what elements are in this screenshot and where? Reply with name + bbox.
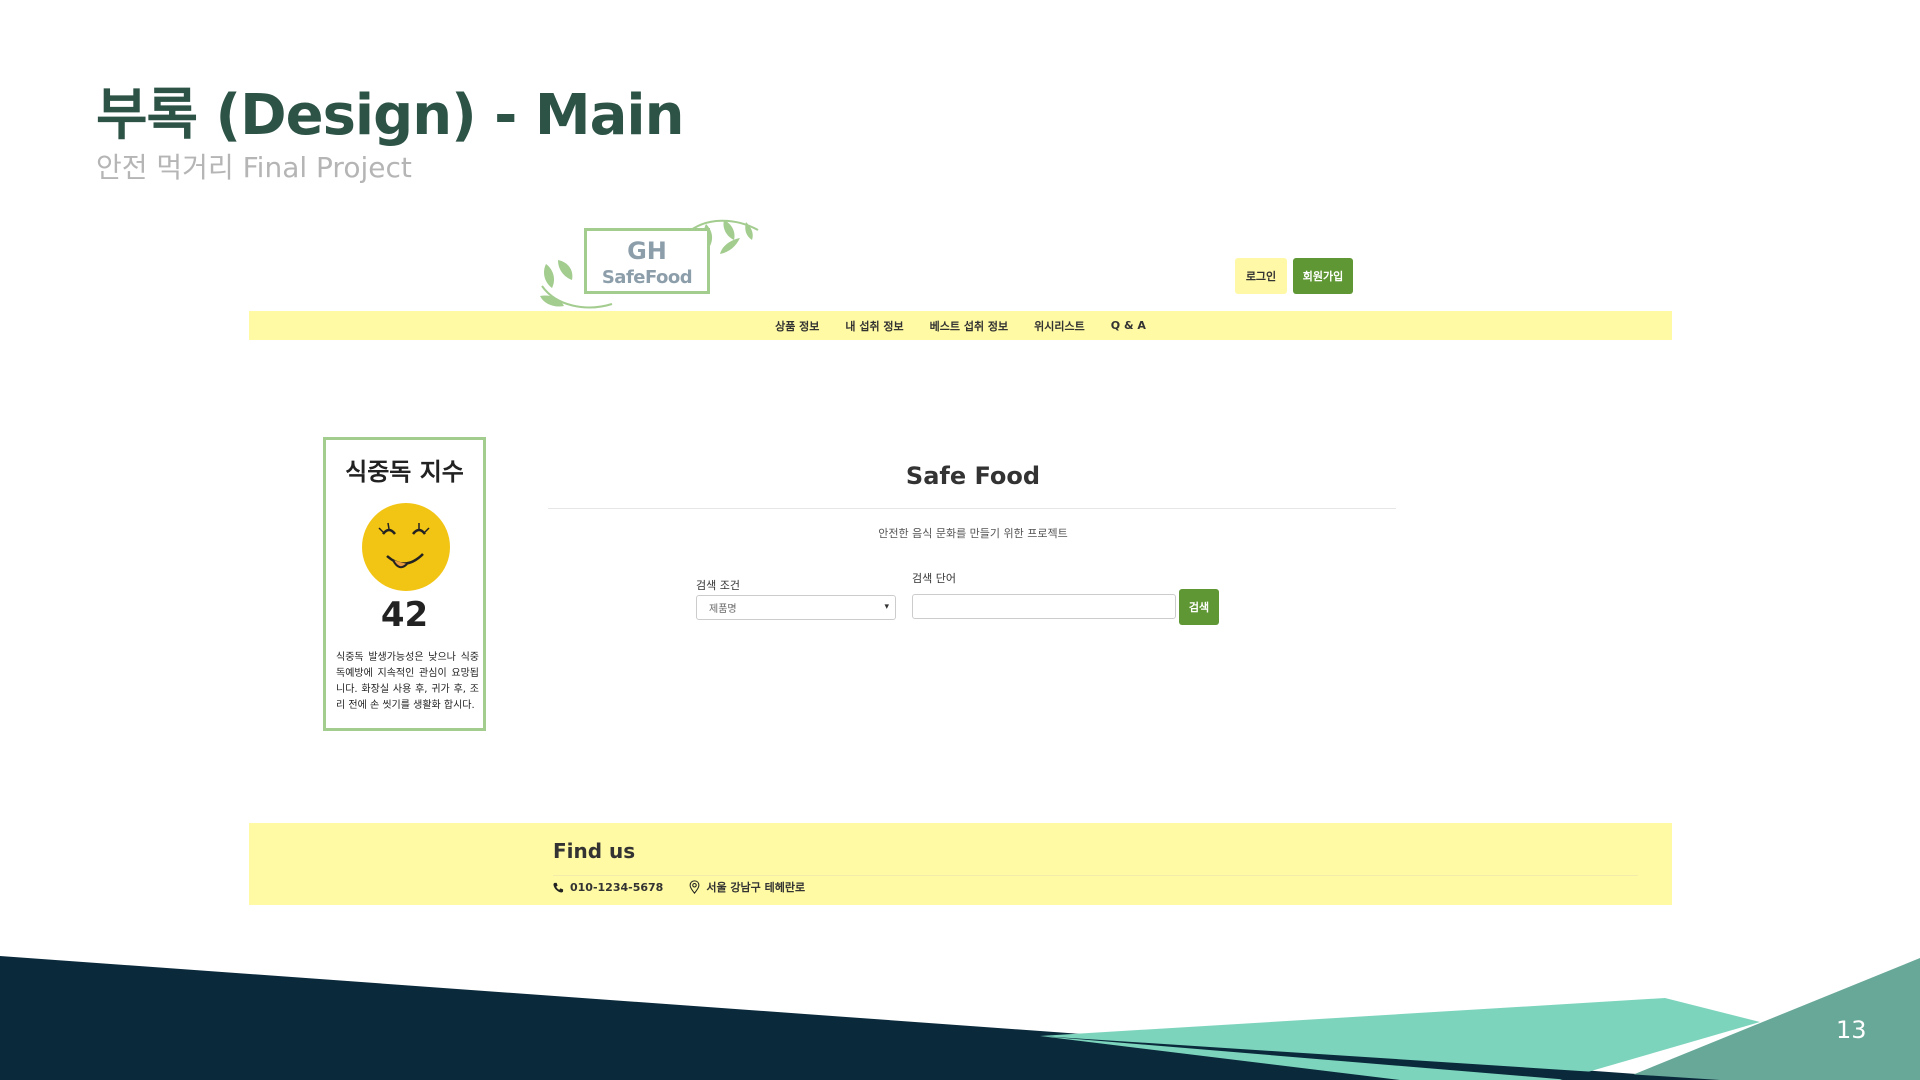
slide: 부록 (Design) - Main 안전 먹거리 Final Project …: [0, 0, 1920, 1080]
bottom-decoration: [0, 956, 1920, 1080]
page-number: 13: [1836, 1016, 1867, 1044]
